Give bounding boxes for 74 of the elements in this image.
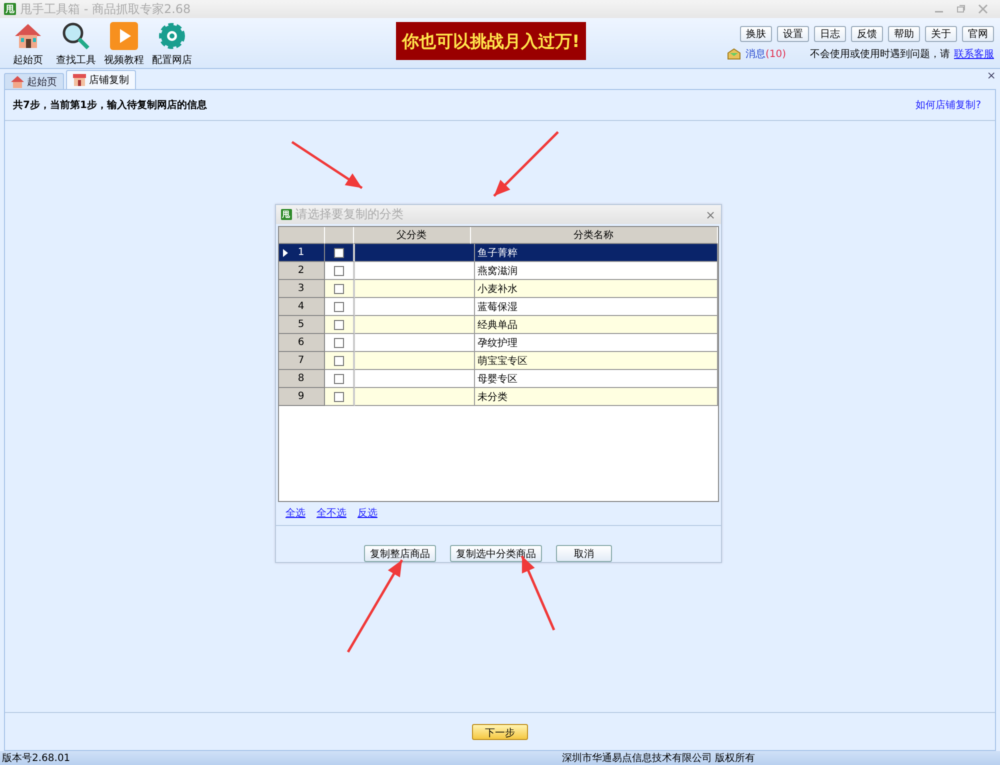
row-number: 9 — [298, 391, 304, 402]
row-pointer-icon — [282, 249, 288, 258]
checkbox[interactable] — [334, 302, 344, 312]
checkbox[interactable] — [334, 392, 344, 402]
checkbox[interactable] — [334, 356, 344, 366]
top-button[interactable]: 日志 — [814, 26, 846, 42]
search-icon — [61, 21, 91, 51]
help-link[interactable]: 如何店铺复制? — [916, 98, 981, 112]
top-button[interactable]: 关于 — [925, 26, 957, 42]
grid-row[interactable]: 3 小麦补水 — [278, 280, 718, 298]
grid-row[interactable]: 1 鱼子菁粹 — [278, 244, 718, 262]
dialog-button[interactable]: 复制选中分类商品 — [450, 545, 542, 562]
app-icon: 甩 — [280, 209, 292, 220]
help-text: 不会使用或使用时遇到问题，请 — [810, 48, 950, 61]
house-icon — [11, 76, 24, 88]
toolbar-button[interactable]: 查找工具 — [54, 21, 98, 67]
row-number: 4 — [298, 301, 304, 312]
envelope-icon — [727, 48, 742, 60]
arrow — [291, 140, 363, 190]
next-button[interactable]: 下一步 — [472, 724, 528, 740]
grid-row[interactable]: 7 萌宝宝专区 — [278, 352, 718, 370]
dialog-close-button[interactable]: × — [705, 208, 716, 222]
checkbox[interactable] — [334, 266, 344, 276]
contact-link[interactable]: 联系客服 — [954, 47, 994, 61]
version-text: 版本号2.68.01 — [2, 752, 70, 765]
banner[interactable]: 你也可以挑战月入过万! — [396, 22, 586, 60]
tab[interactable]: 店铺复制 — [66, 70, 136, 89]
table-cell: 经典单品 — [474, 316, 718, 334]
window-title: 甩手工具箱 - 商品抓取专家2.68 — [20, 0, 191, 18]
top-button[interactable]: 反馈 — [851, 26, 883, 42]
table-cell: 未分类 — [474, 388, 718, 406]
top-button[interactable]: 设置 — [777, 26, 809, 42]
column-header: 父分类 — [354, 227, 470, 244]
messages-link[interactable]: 消息(10) — [745, 47, 786, 61]
top-button[interactable]: 帮助 — [888, 26, 920, 42]
checkbox[interactable] — [334, 248, 344, 258]
table-cell: 小麦补水 — [474, 280, 718, 298]
row-number: 3 — [298, 283, 304, 294]
step-text: 共7步，当前第1步，输入待复制网店的信息 — [13, 98, 207, 112]
dialog-title: 请选择要复制的分类 — [296, 206, 404, 224]
toolbar-button[interactable]: 起始页 — [6, 21, 50, 67]
checkbox[interactable] — [334, 320, 344, 330]
column-header: 分类名称 — [470, 227, 718, 244]
toolbar-button[interactable]: 视频教程 — [102, 21, 146, 67]
row-number: 6 — [298, 337, 304, 348]
app-icon: 甩 — [4, 3, 16, 15]
top-button[interactable]: 换肤 — [740, 26, 772, 42]
table-cell: 鱼子菁粹 — [474, 244, 718, 262]
row-number: 1 — [298, 247, 304, 258]
checkbox[interactable] — [334, 284, 344, 294]
play-icon — [109, 21, 139, 51]
row-number: 7 — [298, 355, 304, 366]
row-number: 5 — [298, 319, 304, 330]
selection-link[interactable]: 反选 — [358, 506, 378, 520]
row-number: 2 — [298, 265, 304, 276]
table-cell: 萌宝宝专区 — [474, 352, 718, 370]
tab[interactable]: 起始页 — [4, 73, 64, 89]
copyright-text: 深圳市华通易点信息技术有限公司 版权所有 — [562, 752, 755, 765]
selection-link[interactable]: 全选 — [286, 506, 306, 520]
tab-close-button[interactable]: × — [986, 69, 996, 82]
checkbox[interactable] — [334, 338, 344, 348]
arrow — [493, 131, 559, 197]
grid-row[interactable]: 5 经典单品 — [278, 316, 718, 334]
checkbox[interactable] — [334, 374, 344, 384]
row-number: 8 — [298, 373, 304, 384]
toolbar-button[interactable]: 配置网店 — [150, 21, 194, 67]
selection-link[interactable]: 全不选 — [316, 506, 346, 520]
house-icon — [13, 21, 43, 51]
grid-row[interactable]: 9 未分类 — [278, 388, 718, 406]
dialog-button[interactable]: 复制整店商品 — [364, 545, 436, 562]
dialog-button[interactable]: 取消 — [556, 545, 612, 562]
store-icon — [73, 74, 86, 86]
top-button[interactable]: 官网 — [962, 26, 994, 42]
gear-icon — [157, 21, 187, 51]
